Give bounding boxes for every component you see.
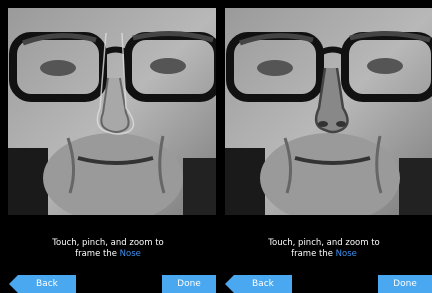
instruction-text: Touch, pinch, and zoom to frame the Nose [0,238,216,260]
instruction-prefix: frame the [75,249,120,259]
face-photo[interactable] [8,8,216,215]
face-photo-image [225,8,432,215]
face-photo[interactable] [225,8,432,215]
back-button[interactable]: Back [9,275,76,293]
instruction-line1: Touch, pinch, and zoom to [52,238,164,248]
back-button[interactable]: Back [225,275,292,293]
done-button[interactable]: Done [378,275,432,293]
instruction-line2: frame the Nose [0,249,216,260]
left-panel: Touch, pinch, and zoom to frame the Nose… [0,0,216,293]
instruction-line1: Touch, pinch, and zoom to [268,238,380,248]
feature-name: Nose [335,249,357,259]
done-button[interactable]: Done [162,275,216,293]
right-panel: Touch, pinch, and zoom to frame the Nose… [216,0,432,293]
feature-name: Nose [119,249,141,259]
face-photo-image [8,8,216,215]
instruction-line2: frame the Nose [216,249,432,260]
instruction-prefix: frame the [291,249,336,259]
instruction-text: Touch, pinch, and zoom to frame the Nose [216,238,432,260]
